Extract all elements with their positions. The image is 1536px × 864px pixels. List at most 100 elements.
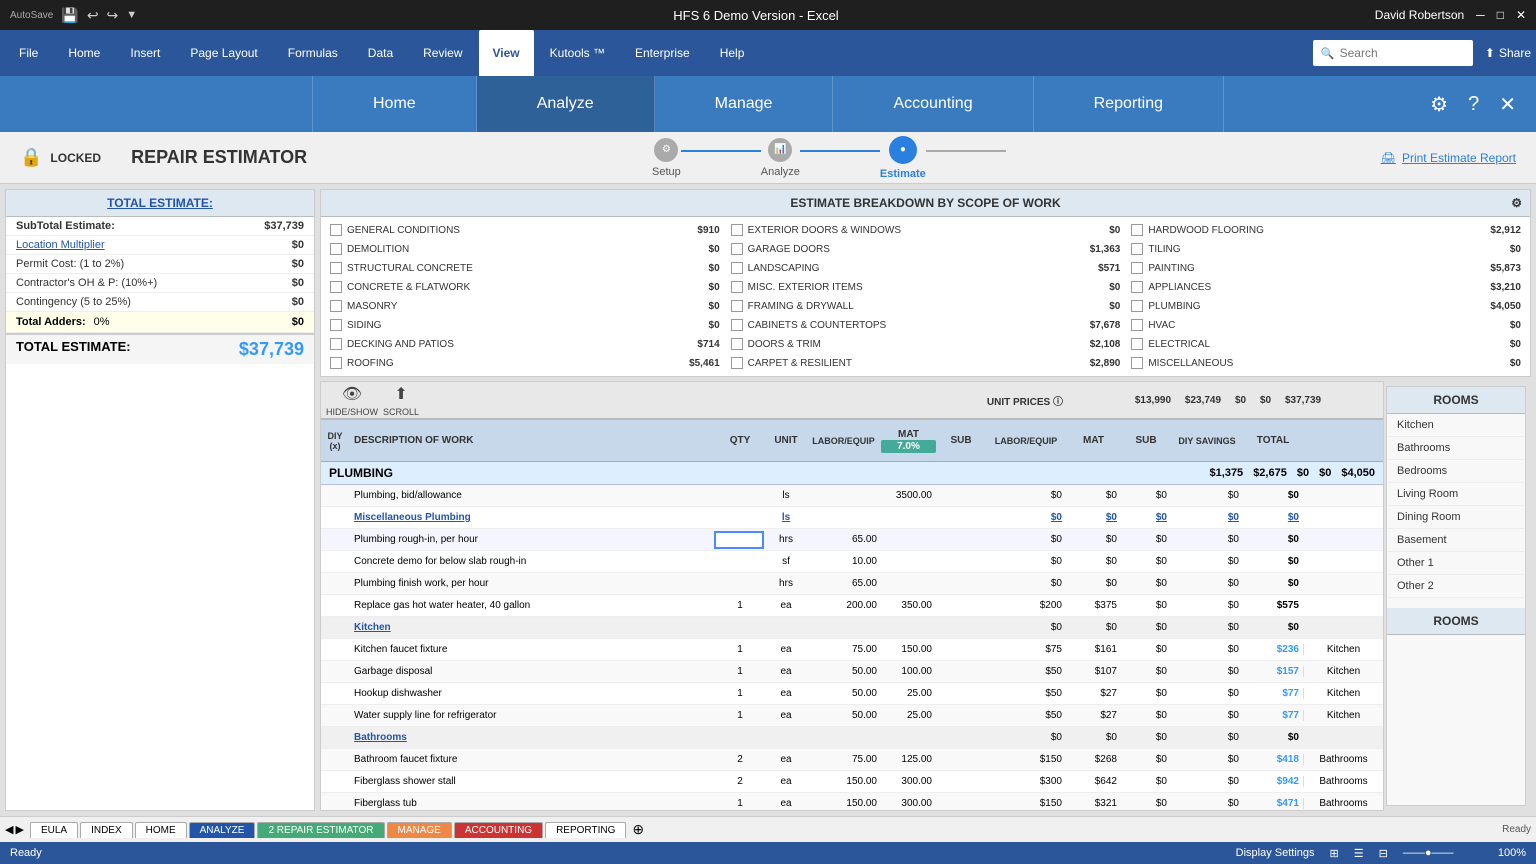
roofing-checkbox[interactable]: [330, 357, 342, 369]
carpet-checkbox[interactable]: [731, 357, 743, 369]
sheet-tab-home[interactable]: HOME: [135, 822, 187, 838]
sheet-tab-eula[interactable]: EULA: [30, 822, 78, 838]
location-link[interactable]: Location Multiplier: [16, 239, 105, 251]
summary-contingency-row: Contingency (5 to 25%) $0: [6, 293, 314, 312]
decking-checkbox[interactable]: [330, 338, 342, 350]
help-icon[interactable]: ?: [1468, 93, 1479, 116]
ribbon-tab-review[interactable]: Review: [409, 30, 476, 76]
demolition-checkbox[interactable]: [330, 243, 342, 255]
masonry-checkbox[interactable]: [330, 300, 342, 312]
wizard-step-estimate[interactable]: ● Estimate: [880, 136, 926, 180]
zoom-slider[interactable]: ——●——: [1403, 847, 1483, 859]
sheet-tab-reporting[interactable]: REPORTING: [545, 822, 626, 838]
cabinets-checkbox[interactable]: [731, 319, 743, 331]
wizard-step-setup[interactable]: ⚙ Setup: [652, 138, 681, 178]
room-item-basement[interactable]: Basement: [1387, 529, 1525, 552]
minimize-button[interactable]: ─: [1476, 8, 1485, 22]
breakdown-gear-icon[interactable]: ⚙: [1511, 196, 1522, 210]
row-desc[interactable]: Miscellaneous Plumbing: [349, 512, 714, 523]
bathrooms-subsection-label[interactable]: Bathrooms: [349, 732, 714, 743]
undo-icon[interactable]: ↩: [87, 7, 99, 24]
plumbing-checkbox[interactable]: [1131, 300, 1143, 312]
plumbing-sub-total: $0: [1297, 467, 1309, 479]
sheet-tab-manage[interactable]: MANAGE: [387, 822, 452, 838]
framing-checkbox[interactable]: [731, 300, 743, 312]
nav-tab-accounting[interactable]: Accounting: [833, 76, 1033, 132]
appliances-checkbox[interactable]: [1131, 281, 1143, 293]
page-view-icon[interactable]: ⊟: [1379, 847, 1388, 860]
close-icon[interactable]: ✕: [1499, 92, 1516, 117]
ribbon-tab-view[interactable]: View: [479, 30, 534, 76]
ribbon-search-box[interactable]: 🔍: [1313, 40, 1473, 66]
grid-view-icon[interactable]: ⊞: [1330, 847, 1339, 860]
ribbon-tab-formulas[interactable]: Formulas: [274, 30, 352, 76]
electrical-checkbox[interactable]: [1131, 338, 1143, 350]
wizard-step-analyze[interactable]: 📊 Analyze: [761, 138, 800, 178]
adders-row: Total Adders: 0% $0: [6, 312, 314, 333]
row-qty-input[interactable]: [714, 531, 766, 549]
rooms-panel: ROOMS Kitchen Bathrooms Bedrooms Living …: [1386, 386, 1526, 806]
ribbon-tab-file[interactable]: File: [5, 30, 52, 76]
settings-icon[interactable]: ⚙: [1430, 92, 1448, 117]
ribbon-tab-data[interactable]: Data: [354, 30, 407, 76]
hvac-checkbox[interactable]: [1131, 319, 1143, 331]
doors-trim-checkbox[interactable]: [731, 338, 743, 350]
sheet-tab-accounting[interactable]: ACCOUNTING: [454, 822, 543, 838]
room-item-kitchen[interactable]: Kitchen: [1387, 414, 1525, 437]
room-item-bathrooms[interactable]: Bathrooms: [1387, 437, 1525, 460]
room-item-living-room[interactable]: Living Room: [1387, 483, 1525, 506]
close-button[interactable]: ✕: [1516, 8, 1526, 22]
kitchen-subsection-label[interactable]: Kitchen: [349, 622, 714, 633]
list-view-icon[interactable]: ☰: [1354, 847, 1364, 860]
locked-label: LOCKED: [50, 151, 101, 165]
nav-tab-reporting[interactable]: Reporting: [1034, 76, 1224, 132]
room-item-bedrooms[interactable]: Bedrooms: [1387, 460, 1525, 483]
row-mat-price: 3500.00: [881, 490, 936, 501]
hardwood-checkbox[interactable]: [1131, 224, 1143, 236]
more-icon[interactable]: ▼: [126, 9, 137, 21]
room-item-dining-room[interactable]: Dining Room: [1387, 506, 1525, 529]
structural-checkbox[interactable]: [330, 262, 342, 274]
redo-icon[interactable]: ↪: [107, 7, 119, 24]
hide-show-button[interactable]: 👁 HIDE/SHOW: [326, 383, 378, 417]
row-desc: Plumbing, bid/allowance: [349, 490, 714, 501]
share-button[interactable]: ⬆ Share: [1485, 30, 1531, 76]
ribbon-tab-insert[interactable]: Insert: [116, 30, 174, 76]
nav-tab-analyze[interactable]: Analyze: [477, 76, 655, 132]
sheet-tab-repair-estimator[interactable]: 2 REPAIR ESTIMATOR: [257, 822, 384, 838]
ribbon-tab-enterprise[interactable]: Enterprise: [621, 30, 704, 76]
ribbon-tab-home[interactable]: Home: [54, 30, 114, 76]
nav-tab-manage[interactable]: Manage: [655, 76, 834, 132]
landscaping-checkbox[interactable]: [731, 262, 743, 274]
ribbon-tab-kutools[interactable]: Kutools ™: [536, 30, 619, 76]
print-button[interactable]: 🖨 Print Estimate Report: [1381, 151, 1516, 165]
painting-checkbox[interactable]: [1131, 262, 1143, 274]
restore-button[interactable]: □: [1497, 8, 1504, 22]
search-input[interactable]: [1340, 46, 1460, 60]
misc-exterior-checkbox[interactable]: [731, 281, 743, 293]
concrete-checkbox[interactable]: [330, 281, 342, 293]
sheet-tab-index[interactable]: INDEX: [80, 822, 133, 838]
display-settings-label[interactable]: Display Settings: [1236, 847, 1315, 859]
save-icon[interactable]: 💾: [61, 7, 78, 24]
room-item-other-1[interactable]: Other 1: [1387, 552, 1525, 575]
total-label: TOTAL ESTIMATE:: [16, 339, 131, 360]
tiling-checkbox[interactable]: [1131, 243, 1143, 255]
sheet-tab-analyze[interactable]: ANALYZE: [189, 822, 256, 838]
tab-scroll-left[interactable]: ◀: [5, 823, 13, 836]
scroll-button[interactable]: ⬆ SCROLL: [383, 383, 419, 417]
room-item-other-2[interactable]: Other 2: [1387, 575, 1525, 598]
exterior-doors-checkbox[interactable]: [731, 224, 743, 236]
ribbon-tab-page-layout[interactable]: Page Layout: [176, 30, 271, 76]
column-group-labels: UNIT PRICES ⓘ $13,990 $23,749 $0 $0 $37,…: [987, 393, 1378, 408]
garage-doors-checkbox[interactable]: [731, 243, 743, 255]
general-conditions-checkbox[interactable]: [330, 224, 342, 236]
siding-checkbox[interactable]: [330, 319, 342, 331]
bathrooms-subsection-row: Bathrooms $0 $0 $0 $0 $0: [321, 727, 1383, 749]
ribbon-tab-help[interactable]: Help: [706, 30, 759, 76]
tab-scroll-right[interactable]: ▶: [15, 823, 23, 836]
nav-tab-home[interactable]: Home: [312, 76, 477, 132]
qty-input-field[interactable]: [714, 531, 764, 549]
add-sheet-icon[interactable]: ⊕: [632, 821, 644, 838]
miscellaneous-checkbox[interactable]: [1131, 357, 1143, 369]
